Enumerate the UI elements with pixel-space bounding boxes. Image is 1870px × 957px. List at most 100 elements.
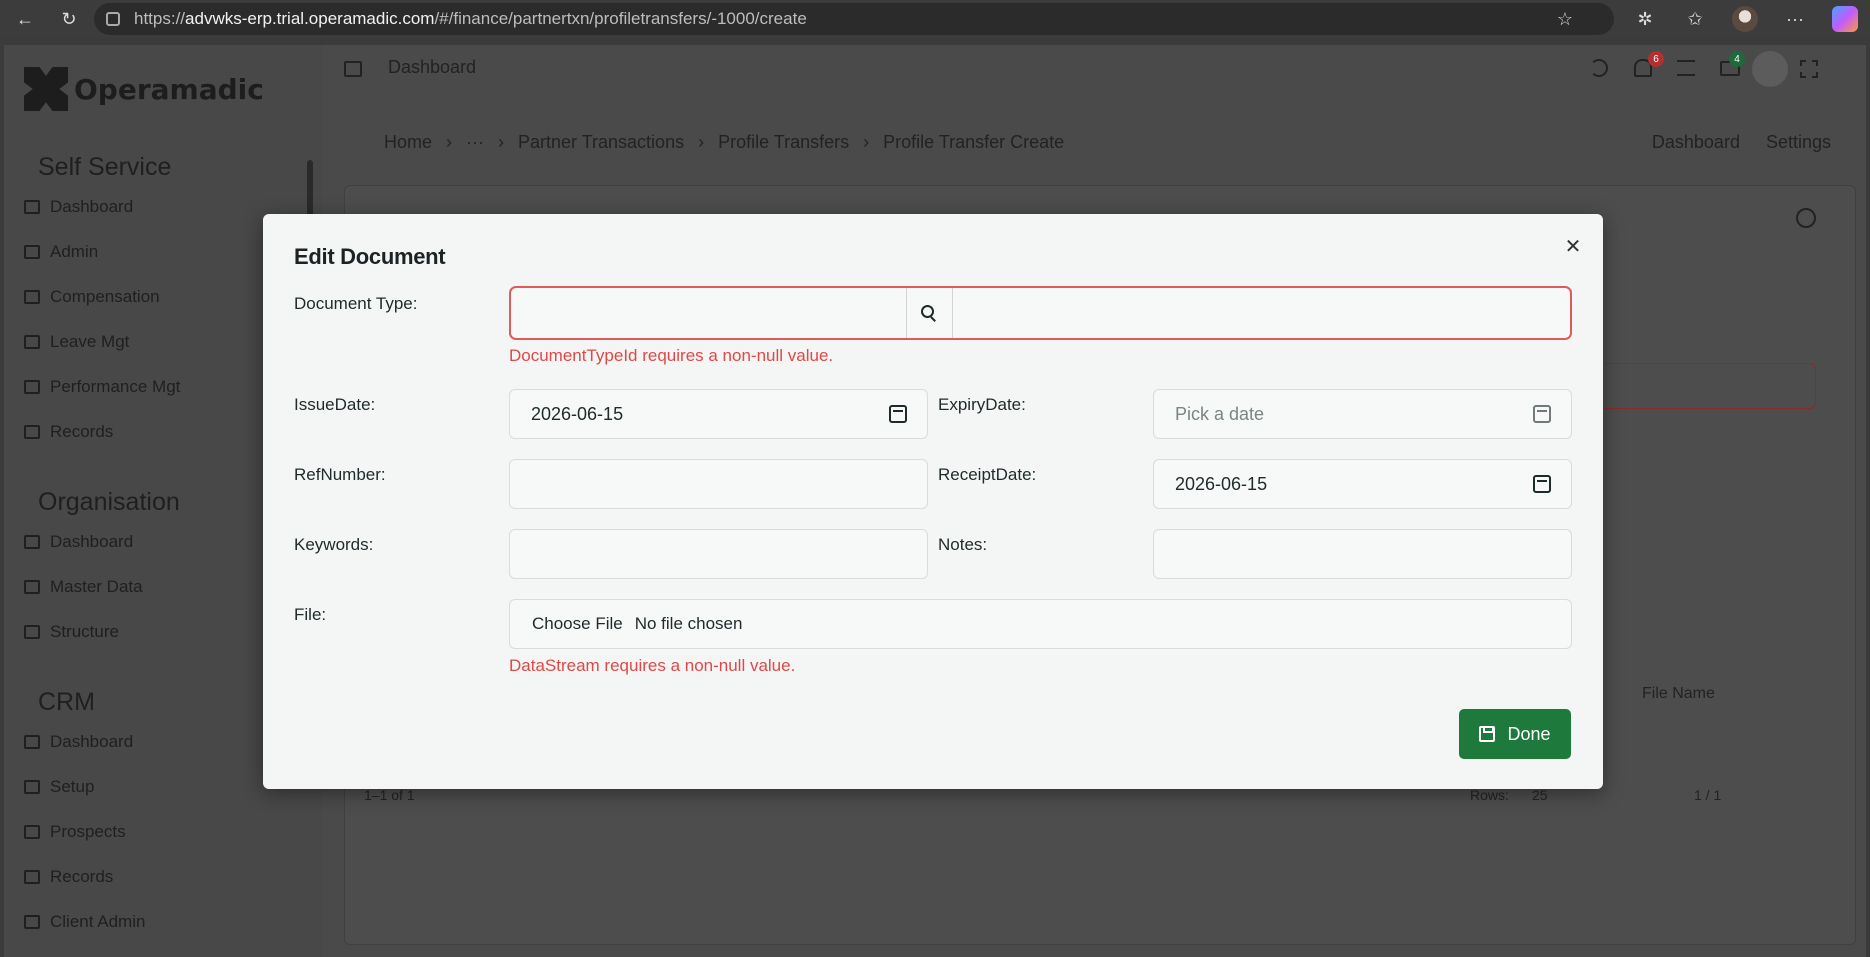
chevron-right-icon: › — [863, 132, 870, 152]
browser-toolbar: ← ↻ https://advwks-erp.trial.operamadic.… — [0, 0, 1870, 38]
choose-file-button[interactable]: Choose File — [532, 614, 623, 634]
records-icon — [24, 425, 40, 439]
done-label: Done — [1507, 723, 1551, 744]
sidebar-toggle-icon[interactable] — [344, 61, 362, 77]
breadcrumb-partner-transactions[interactable]: Partner Transactions — [518, 132, 684, 153]
sidebar-item-compensation[interactable]: Compensation — [24, 287, 160, 307]
sidebar-item-label: Records — [50, 422, 114, 441]
sidebar-item-setup[interactable]: Setup — [24, 777, 94, 797]
sidebar-scrollbar[interactable] — [307, 160, 313, 220]
back-icon[interactable]: ← — [14, 8, 36, 30]
sidebar-item-leave-mgt[interactable]: Leave Mgt — [24, 332, 129, 352]
sidebar-item-crm-dashboard[interactable]: Dashboard — [24, 732, 133, 752]
copilot-icon[interactable] — [1832, 6, 1858, 32]
rows-label: Rows: — [1470, 787, 1509, 803]
page-indicator: 1 / 1 — [1694, 787, 1722, 803]
done-button[interactable]: Done — [1459, 709, 1571, 759]
refresh-icon[interactable] — [1796, 208, 1816, 228]
close-icon[interactable]: ✕ — [1563, 236, 1583, 258]
notes-input[interactable] — [1153, 529, 1572, 579]
leave-icon — [24, 335, 40, 349]
url-path: /#/finance/partnertxn/profiletransfers/-… — [434, 9, 807, 28]
dashboard-icon — [24, 535, 40, 549]
calendar-icon[interactable] — [1533, 405, 1551, 423]
chevron-right-icon: › — [698, 132, 705, 152]
reload-icon[interactable]: ↻ — [58, 8, 80, 30]
edit-document-dialog: Edit Document ✕ Document Type: DocumentT… — [263, 214, 1603, 789]
apps-grid-icon[interactable] — [1800, 60, 1818, 78]
sidebar-item-label: Dashboard — [50, 532, 134, 551]
gears-icon — [24, 780, 40, 794]
add-user-icon — [24, 825, 40, 839]
breadcrumb-home[interactable]: Home — [384, 132, 432, 153]
sidebar-item-label: Records — [50, 867, 114, 886]
dark-mode-icon[interactable] — [1590, 59, 1608, 77]
url-prefix: https:// — [134, 9, 186, 28]
rows-select[interactable]: 25 — [1532, 787, 1548, 803]
address-bar[interactable]: https://advwks-erp.trial.operamadic.com /… — [94, 3, 1614, 35]
sidebar-item-label: Dashboard — [50, 732, 134, 751]
compensation-icon — [24, 290, 40, 304]
sidebar-item-org-dashboard[interactable]: Dashboard — [24, 532, 133, 552]
breadcrumb-profile-transfers[interactable]: Profile Transfers — [718, 132, 849, 153]
file-input[interactable]: Choose File No file chosen — [509, 599, 1572, 649]
brand-name: Operamadic — [74, 72, 264, 106]
sidebar-item-label: Structure — [50, 622, 119, 641]
sidebar-item-label: Leave Mgt — [50, 332, 130, 351]
search-icon[interactable] — [919, 303, 939, 323]
sidebar-item-performance-mgt[interactable]: Performance Mgt — [24, 377, 180, 397]
site-info-icon[interactable] — [106, 12, 120, 26]
keywords-label: Keywords: — [294, 535, 374, 554]
breadcrumb-ellipsis[interactable]: ··· — [466, 132, 484, 153]
favorites-icon[interactable]: ✩ — [1682, 6, 1708, 32]
sidebar-item-prospects[interactable]: Prospects — [24, 822, 126, 842]
sidebar-item-label: Master Data — [50, 577, 143, 596]
favorite-star-icon[interactable]: ☆ — [1552, 6, 1578, 32]
field-divider — [952, 288, 953, 338]
dialog-title: Edit Document — [294, 244, 446, 269]
breadcrumb: Home › ··· › Partner Transactions › Profile… — [384, 132, 1078, 153]
sidebar-item-client-admin[interactable]: Client Admin — [24, 912, 145, 932]
sidebar-item-label: Compensation — [50, 287, 160, 306]
notes-label: Notes: — [938, 535, 988, 554]
app-topbar: Dashboard 6 4 — [322, 45, 1866, 95]
field-divider — [906, 288, 907, 338]
admin-icon — [24, 245, 40, 259]
ref-number-input[interactable] — [509, 459, 928, 509]
more-icon[interactable]: ··· — [1782, 6, 1808, 32]
sidebar-item-label: Performance Mgt — [50, 377, 181, 396]
dashboard-icon — [24, 735, 40, 749]
chevron-right-icon: › — [498, 132, 504, 152]
issue-date-input[interactable]: 2026-06-15 — [509, 389, 928, 439]
sidebar-item-structure[interactable]: Structure — [24, 622, 119, 642]
sidebar-item-dashboard[interactable]: Dashboard — [24, 197, 133, 217]
sidebar-item-master-data[interactable]: Master Data — [24, 577, 143, 597]
topbar-title[interactable]: Dashboard — [388, 57, 476, 78]
calendar-icon[interactable] — [889, 405, 907, 423]
document-type-field[interactable] — [509, 286, 1572, 340]
sidebar-item-label: Prospects — [50, 822, 126, 841]
receipt-date-input[interactable]: 2026-06-15 — [1153, 459, 1572, 509]
document-type-error: DocumentTypeId requires a non-null value… — [509, 346, 834, 365]
profile-avatar[interactable] — [1732, 6, 1758, 32]
file-error: DataStream requires a non-null value. — [509, 656, 796, 675]
sidebar-item-admin[interactable]: Admin — [24, 242, 98, 262]
breadcrumb-current: Profile Transfer Create — [883, 132, 1065, 152]
brand-logo[interactable]: Operamadic — [24, 67, 264, 111]
keywords-input[interactable] — [509, 529, 928, 579]
url-host: advwks-erp.trial.operamadic.com — [185, 9, 435, 28]
extensions-icon[interactable]: ✲ — [1632, 6, 1658, 32]
chevron-right-icon: › — [446, 132, 453, 152]
sidebar-section-title: Organisation — [38, 488, 180, 516]
calendar-icon[interactable] — [1533, 475, 1551, 493]
settings-link[interactable]: Settings — [1766, 132, 1831, 153]
user-avatar[interactable] — [1752, 51, 1788, 87]
expiry-date-input[interactable]: Pick a date — [1153, 389, 1572, 439]
file-label: File: — [294, 605, 327, 624]
tasks-icon[interactable] — [1677, 60, 1695, 76]
file-status: No file chosen — [634, 614, 743, 633]
dashboard-link[interactable]: Dashboard — [1652, 132, 1740, 153]
sidebar-item-records[interactable]: Records — [24, 422, 113, 442]
sidebar-item-label: Admin — [50, 242, 99, 261]
sidebar-item-crm-records[interactable]: Records — [24, 867, 113, 887]
